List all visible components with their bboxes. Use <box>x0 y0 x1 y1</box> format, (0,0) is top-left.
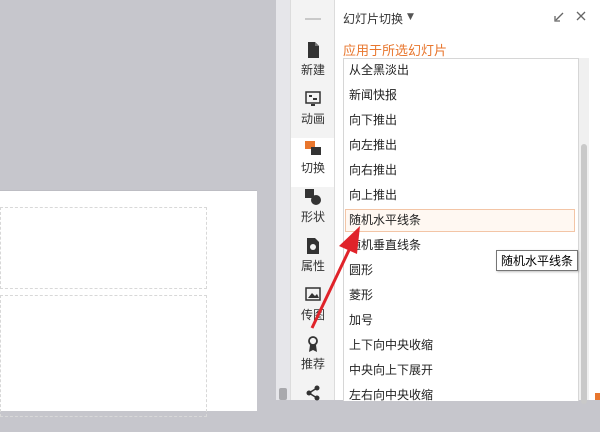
shape-icon <box>305 189 321 205</box>
toolbar-grip[interactable] <box>305 18 321 20</box>
toolbar-upload-image[interactable]: 传图 <box>291 285 335 334</box>
recommend-icon <box>308 336 318 352</box>
animation-icon <box>305 91 321 106</box>
slide-canvas[interactable] <box>0 0 276 417</box>
transition-tooltip: 随机水平线条 <box>496 250 578 271</box>
toolbar-recommend-label: 推荐 <box>300 357 325 371</box>
toolbar-transition[interactable]: 切换 <box>291 138 335 187</box>
toolbar-properties[interactable]: 属性 <box>291 236 335 285</box>
toolbar-new[interactable]: 新建 <box>291 40 335 89</box>
transition-item[interactable]: 向右推出 <box>345 159 575 182</box>
toolbar-new-label: 新建 <box>300 63 325 77</box>
transition-list[interactable]: 从全黑淡出 新闻快报 向下推出 向左推出 向右推出 向上推出 随机水平线条 随机… <box>343 58 579 401</box>
toolbar-transition-label: 切换 <box>300 161 325 175</box>
transition-icon <box>305 141 321 155</box>
transition-list-scrollbar-thumb[interactable] <box>581 144 587 404</box>
slide-transition-pane: 幻灯片切换 ▼ 应用于所选幻灯片 从全黑淡出 新闻快报 向下推出 向左推出 向右… <box>334 0 600 404</box>
pane-dropdown-icon[interactable]: ▼ <box>407 12 414 22</box>
toolbar-recommend[interactable]: 推荐 <box>291 334 335 383</box>
share-icon <box>306 385 320 401</box>
canvas-scrollbar[interactable] <box>276 0 290 400</box>
restore-icon[interactable] <box>553 11 565 23</box>
toolbar-upload-image-label: 传图 <box>300 308 325 322</box>
transition-list-scrollbar[interactable] <box>579 58 589 404</box>
upload-image-icon <box>305 287 321 301</box>
transition-item[interactable]: 上下向中央收缩 <box>345 334 575 357</box>
transition-item[interactable]: 新闻快报 <box>345 84 575 107</box>
window-edge-accent <box>595 393 600 400</box>
transition-item[interactable]: 向左推出 <box>345 134 575 157</box>
transition-item[interactable]: 菱形 <box>345 284 575 307</box>
toolbar-shape[interactable]: 形状 <box>291 187 335 236</box>
slide-page[interactable] <box>0 190 257 417</box>
transition-item[interactable]: 中央向上下展开 <box>345 359 575 382</box>
transition-item[interactable]: 加号 <box>345 309 575 332</box>
transition-item[interactable]: 左右向中央收缩 <box>345 384 575 401</box>
new-icon <box>308 42 319 58</box>
transition-item[interactable]: 向下推出 <box>345 109 575 132</box>
apply-to-selected-label: 应用于所选幻灯片 <box>343 44 448 59</box>
pane-title[interactable]: 幻灯片切换 <box>343 10 403 27</box>
toolbar-share[interactable] <box>291 383 335 432</box>
toolbar-shape-label: 形状 <box>300 210 325 224</box>
slide-placeholder-top[interactable] <box>0 207 207 289</box>
toolbar-properties-label: 属性 <box>300 259 325 273</box>
close-icon[interactable] <box>575 10 587 22</box>
canvas-scrollbar-thumb[interactable] <box>279 388 287 400</box>
toolbar-animation-label: 动画 <box>300 112 325 126</box>
side-toolbar: 新建 动画 切换 形状 属性 传图 推荐 <box>290 0 335 401</box>
toolbar-animation[interactable]: 动画 <box>291 89 335 138</box>
transition-item-hovered[interactable]: 随机水平线条 <box>345 209 575 232</box>
transition-item[interactable]: 从全黑淡出 <box>345 59 575 82</box>
slide-placeholder-bottom[interactable] <box>0 295 207 417</box>
pane-header: 幻灯片切换 ▼ <box>335 0 600 34</box>
transition-item[interactable]: 向上推出 <box>345 184 575 207</box>
properties-icon <box>307 238 319 254</box>
